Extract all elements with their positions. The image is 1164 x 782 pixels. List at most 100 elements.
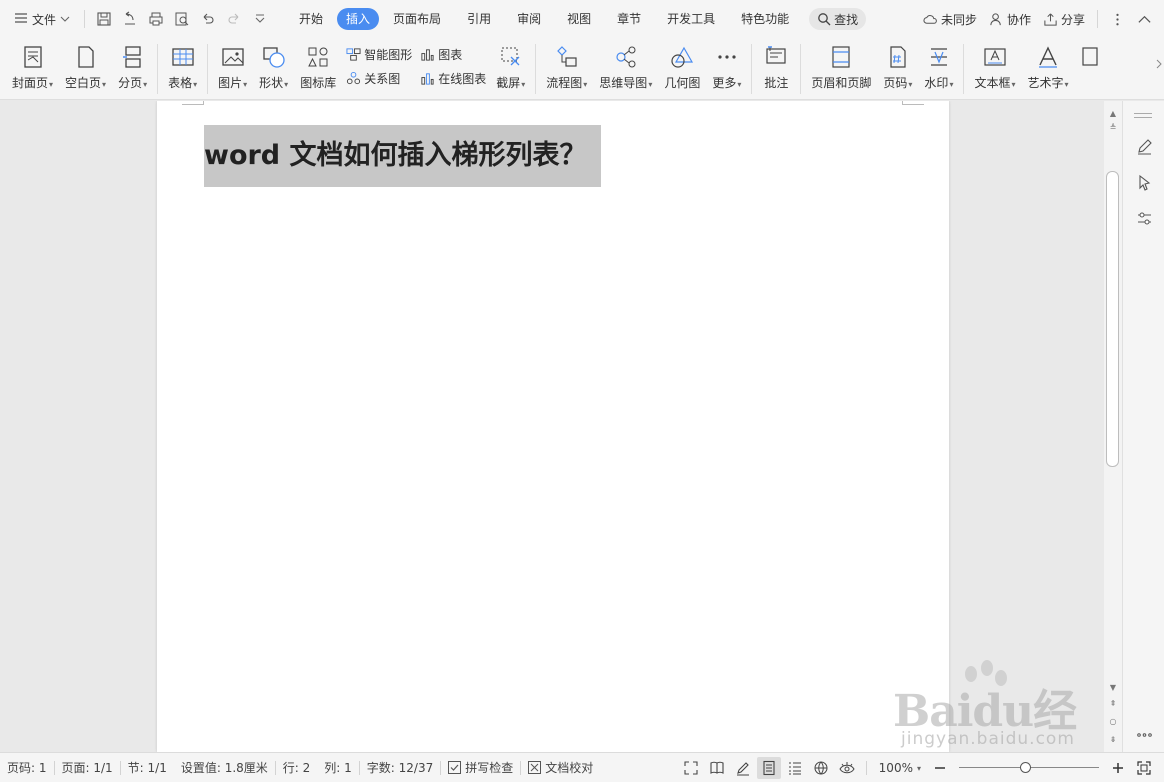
zoom-in-button[interactable] [1106, 757, 1130, 779]
zoom-slider[interactable] [959, 762, 1099, 774]
zoom-slider-knob[interactable] [1020, 762, 1031, 773]
print-preview-button[interactable] [170, 7, 194, 31]
ribbon-group-diagrams: 流程图▾ 思维导图▾ 几何图 更多▾ [540, 42, 747, 98]
write-view-button[interactable] [731, 757, 755, 779]
textbox-button[interactable]: 文本框▾ [968, 42, 1021, 98]
scroll-up-icon[interactable]: ▲ [1108, 109, 1118, 119]
header-footer-button[interactable]: 页眉和页脚 [805, 42, 877, 98]
share-button[interactable]: 分享 [1037, 11, 1091, 28]
watermark-button[interactable]: 水印▾ [918, 42, 959, 98]
outline-view-button[interactable] [783, 757, 807, 779]
select-browse-object-icon[interactable]: ○ [1108, 717, 1118, 727]
fit-page-button[interactable] [1132, 757, 1156, 779]
tab-view[interactable]: 视图 [555, 8, 603, 30]
divider [207, 44, 209, 94]
chevron-down-icon [255, 14, 265, 23]
print-preview-icon [175, 12, 189, 26]
tab-section[interactable]: 章节 [605, 8, 653, 30]
export-button[interactable] [118, 7, 142, 31]
tab-page-layout[interactable]: 页面布局 [381, 8, 453, 30]
ribbon-group-pages: 封面页▾ 空白页▾ 分页▾ [0, 42, 153, 98]
eye-protection-button[interactable] [835, 757, 859, 779]
scroll-down-icon[interactable]: ▼ [1108, 683, 1118, 693]
ribbon-scroll-right-button[interactable] [1154, 52, 1164, 76]
screenshot-button[interactable]: 截屏▾ [490, 42, 531, 98]
settings-button[interactable] [1134, 208, 1154, 228]
more-button[interactable]: 更多▾ [706, 42, 747, 98]
page-view-button[interactable] [756, 757, 781, 779]
customize-quick-access-button[interactable] [248, 7, 272, 31]
status-section[interactable]: 节: 1/1 [121, 759, 174, 776]
cover-page-label: 封面页 [12, 76, 49, 90]
reading-view-button[interactable] [705, 757, 729, 779]
ribbon-group-illustrations: 图片▾ 形状▾ 图标库 智能图形 关系图 图表 在线图表 截屏▾ [212, 42, 531, 98]
status-column[interactable]: 列: 1 [317, 759, 359, 776]
status-setting-value[interactable]: 设置值: 1.8厘米 [174, 759, 275, 776]
status-row[interactable]: 行: 2 [276, 759, 318, 776]
online-chart-button[interactable]: 在线图表 [420, 68, 486, 88]
table-button[interactable]: 表格▾ [162, 42, 203, 98]
attachment-button[interactable] [1075, 42, 1107, 98]
redo-button[interactable] [222, 7, 246, 31]
fullscreen-button[interactable] [679, 757, 703, 779]
document-area: word 文档如何插入梯形列表？ [0, 101, 1104, 752]
web-view-button[interactable] [809, 757, 833, 779]
vertical-scrollbar[interactable]: ▲ ≜ ▼ ⇞ ○ ⇟ [1104, 101, 1122, 752]
previous-page-icon[interactable]: ⇞ [1108, 699, 1118, 709]
blank-page-button[interactable]: 空白页▾ [59, 42, 112, 98]
status-pages[interactable]: 页面: 1/1 [55, 759, 120, 776]
mindmap-button[interactable]: 思维导图▾ [593, 42, 658, 98]
wordart-button[interactable]: 艺术字▾ [1021, 42, 1074, 98]
save-button[interactable] [92, 7, 116, 31]
collaborate-button[interactable]: 协作 [983, 11, 1037, 28]
tab-review[interactable]: 审阅 [505, 8, 553, 30]
sync-status-button[interactable]: 未同步 [917, 11, 983, 28]
page-number-button[interactable]: 页码▾ [877, 42, 918, 98]
more-options-button[interactable] [1104, 12, 1131, 27]
next-page-icon[interactable]: ⇟ [1108, 735, 1118, 745]
insert-ribbon: 封面页▾ 空白页▾ 分页▾ 表格▾ 图片▾ 形状▾ 图标库 智能图形 关系图 图… [0, 38, 1164, 100]
cursor-icon [1138, 174, 1150, 191]
side-panel-grip [1134, 113, 1152, 118]
flowchart-button[interactable]: 流程图▾ [540, 42, 593, 98]
undo-button[interactable] [196, 7, 220, 31]
cover-page-button[interactable]: 封面页▾ [6, 42, 59, 98]
pencil-icon [1137, 138, 1152, 155]
screenshot-label: 截屏 [496, 76, 521, 90]
file-menu[interactable]: 文件 [0, 0, 78, 38]
select-button[interactable] [1134, 172, 1154, 192]
picture-button[interactable]: 图片▾ [212, 42, 253, 98]
comment-button[interactable]: 批注 [756, 42, 796, 98]
document-page[interactable]: word 文档如何插入梯形列表？ [157, 101, 949, 752]
search-button[interactable]: 查找 [809, 8, 867, 30]
divider [84, 10, 86, 28]
icon-library-button[interactable]: 图标库 [294, 42, 342, 98]
document-proofread-button[interactable]: 文档校对 [521, 759, 600, 776]
page-break-button[interactable]: 分页▾ [112, 42, 153, 98]
page-up-icon[interactable]: ≜ [1108, 123, 1118, 133]
collapse-ribbon-button[interactable] [1131, 12, 1164, 27]
print-button[interactable] [144, 7, 168, 31]
zoom-out-button[interactable] [928, 757, 952, 779]
chart-button[interactable]: 图表 [420, 44, 486, 64]
spell-check-button[interactable]: 拼写检查 [441, 759, 520, 776]
relationship-chart-button[interactable]: 关系图 [346, 68, 412, 88]
status-word-count[interactable]: 字数: 12/37 [360, 759, 440, 776]
document-heading[interactable]: word 文档如何插入梯形列表？ [204, 125, 601, 187]
more-tools-button[interactable] [1134, 724, 1154, 744]
edit-button[interactable] [1134, 136, 1154, 156]
scrollbar-thumb[interactable] [1106, 171, 1119, 467]
tab-special-features[interactable]: 特色功能 [729, 8, 801, 30]
divider [751, 44, 753, 94]
tab-insert[interactable]: 插入 [337, 8, 380, 30]
tab-references[interactable]: 引用 [455, 8, 503, 30]
smart-art-button[interactable]: 智能图形 [346, 44, 412, 64]
status-page-number[interactable]: 页码: 1 [0, 759, 54, 776]
shape-button[interactable]: 形状▾ [253, 42, 294, 98]
tab-home[interactable]: 开始 [287, 8, 335, 30]
zoom-level-dropdown[interactable]: 100% ▾ [873, 761, 927, 775]
margin-corner-mark [902, 101, 924, 105]
tab-developer[interactable]: 开发工具 [655, 8, 727, 30]
divider [157, 44, 159, 94]
geometry-button[interactable]: 几何图 [658, 42, 706, 98]
